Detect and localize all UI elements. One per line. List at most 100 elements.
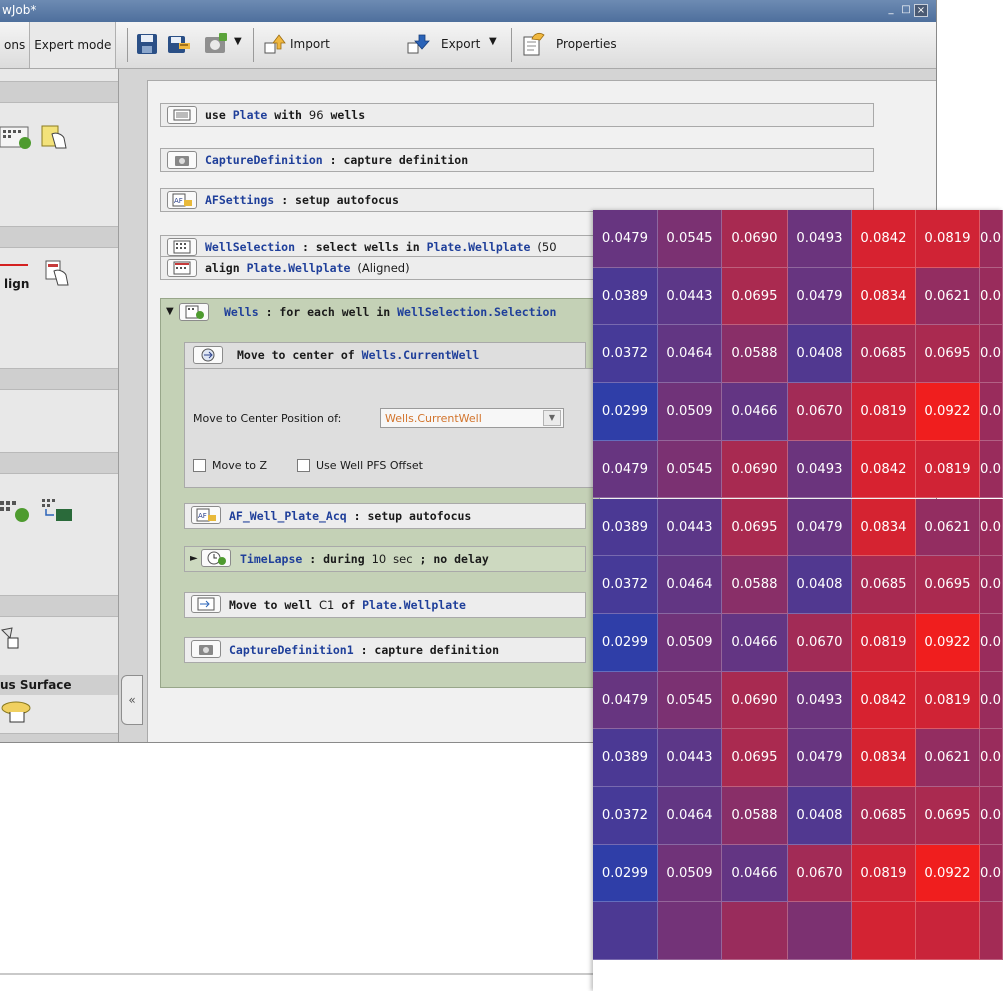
export-icon[interactable] [405,31,431,57]
heatmap-cell: 0.0408 [788,556,852,614]
hand-align-icon[interactable] [44,259,80,289]
tab-simple-mode[interactable]: ons [0,22,29,68]
step-af-well-plate-acq[interactable]: AF AF_Well_Plate_Acq : setup autofocus [184,503,586,529]
align-plate-icon [167,259,197,277]
surface-tool-icon[interactable] [0,624,36,654]
step-capture-definition-1[interactable]: CaptureDefinition1 : capture definition [184,637,586,663]
import-icon[interactable] [262,31,288,57]
wells-loop-icon[interactable] [0,497,36,527]
heatmap-cell: 0.0479 [593,210,658,268]
toolbar-divider [511,28,512,62]
target-well: C1 [319,598,335,612]
heatmap-cell: 0.0922 [916,844,980,903]
move-to-z-checkbox[interactable] [193,459,206,472]
heatmap-cell: 0.0389 [593,498,658,557]
save-icon[interactable] [134,31,160,57]
wellplate-link[interactable]: Plate.Wellplate [362,598,466,612]
well-selection-link[interactable]: WellSelection [205,240,295,254]
heatmap-cell: 0.0509 [658,844,722,903]
step-move-to-center[interactable]: Move to center of Wells.CurrentWell [184,342,586,368]
step-timelapse[interactable]: ► TimeLapse : during 10 sec ; no delay [184,546,586,572]
af-well-plate-acq-link[interactable]: AF_Well_Plate_Acq [229,509,347,523]
step-use-plate[interactable]: use Plate with 96 wells [160,103,874,127]
pfs-offset-checkbox[interactable] [297,459,310,472]
export-dropdown-icon[interactable]: ▼ [489,36,497,47]
center-position-select[interactable]: Wells.CurrentWell ▼ [380,408,564,428]
step-capture-definition[interactable]: CaptureDefinition : capture definition [160,148,874,172]
collapse-palette-button[interactable]: « [121,675,143,725]
step-wells-loop[interactable]: ▼ Wells : for each well in WellSelection… [166,301,596,325]
capture-settings-dropdown-icon[interactable]: ▼ [234,36,242,47]
minimize-button[interactable]: _ [884,4,898,17]
heatmap-cell: 0.0479 [788,267,852,326]
tab-expert-mode[interactable]: Expert mode [29,22,117,68]
step-description: : setup autofocus [353,509,472,523]
well-selection-link[interactable]: WellSelection.Selection [397,305,556,319]
capture-definition-1-link[interactable]: CaptureDefinition1 [229,643,354,657]
heatmap-cell: 0.0685 [852,325,916,384]
palette-section-header [0,81,118,103]
expand-toggle-icon[interactable]: ▼ [166,306,174,317]
wells-link[interactable]: Wells [224,305,259,319]
svg-text:AF: AF [198,512,207,520]
heatmap-cell: 0.0299 [593,383,658,441]
capture-definition-link[interactable]: CaptureDefinition [205,153,323,167]
heatmap-cell: 0.0466 [722,383,788,441]
timelapse-link[interactable]: TimeLapse [240,552,302,566]
properties-icon[interactable] [520,31,546,57]
heatmap-cell: 0.0443 [658,729,722,787]
heatmap-cell: 0.0479 [593,671,658,730]
heatmap-cell: 0.0685 [852,556,916,614]
align-task-label[interactable]: lign [4,277,29,291]
main-toolbar: ons Expert mode ▼ Import Export ▼ Proper… [0,22,936,69]
step-af-settings[interactable]: AF AFSettings : setup autofocus [160,188,874,212]
heatmap-cell: 0.0389 [593,729,658,787]
properties-button[interactable]: Properties [556,37,617,51]
heatmap-cell: 0.0690 [722,671,788,730]
heatmap-cell: 0.0819 [916,210,980,268]
heatmap-cell: 0.0443 [658,267,722,326]
focus-surface-icon[interactable] [0,698,36,728]
close-button[interactable]: × [914,4,928,17]
page-divider [0,973,593,975]
export-button[interactable]: Export [441,37,480,51]
palette-section-header [0,368,118,390]
chevron-down-icon[interactable]: ▼ [543,410,561,426]
heatmap-cell: 0.0695 [916,325,980,384]
heatmap-cell [916,902,980,961]
step-move-to-well[interactable]: Move to well C1 of Plate.Wellplate [184,592,586,618]
maximize-button[interactable]: □ [899,4,913,17]
heatmap-cell: 0.0545 [658,440,722,499]
heatmap-cell: 0.0464 [658,787,722,845]
nd-acquisition-icon[interactable] [42,497,78,527]
heatmap-cell: 0.0466 [722,613,788,672]
heatmap-cell: 0.0695 [722,498,788,557]
pfs-offset-label: Use Well PFS Offset [316,459,423,472]
heatmap-cell: 0.0372 [593,325,658,384]
import-button[interactable]: Import [290,37,330,51]
save-as-icon[interactable] [166,31,192,57]
heatmap-cell: 0.0372 [593,787,658,845]
heatmap-cell: 0.0588 [722,325,788,384]
heatmap-cell: 0.0842 [852,440,916,499]
af-settings-link[interactable]: AFSettings [205,193,274,207]
capture-settings-icon[interactable] [202,31,228,57]
current-well-link[interactable]: Wells.CurrentWell [362,348,480,362]
step-keyword: with [274,108,302,122]
expand-toggle-icon[interactable]: ► [190,553,198,564]
wellplate-loop-icon[interactable] [0,122,36,152]
step-description: : during [309,552,365,566]
timelapse-icon [201,549,231,567]
step-keyword: of [341,598,356,612]
plate-link[interactable]: Plate [233,108,268,122]
move-to-center-icon [193,346,223,364]
toolbar-divider [253,28,254,62]
heatmap-cell: 0.0479 [788,729,852,787]
wellplate-link[interactable]: Plate.Wellplate [247,261,351,275]
wellplate-link[interactable]: Plate.Wellplate [427,240,531,254]
heatmap-cell: 0.0 [980,498,1003,557]
heatmap-cell: 0.0670 [788,844,852,903]
heatmap-cell: 0.0464 [658,325,722,384]
hand-pause-icon[interactable] [40,122,76,152]
move-to-z-label: Move to Z [212,459,268,472]
